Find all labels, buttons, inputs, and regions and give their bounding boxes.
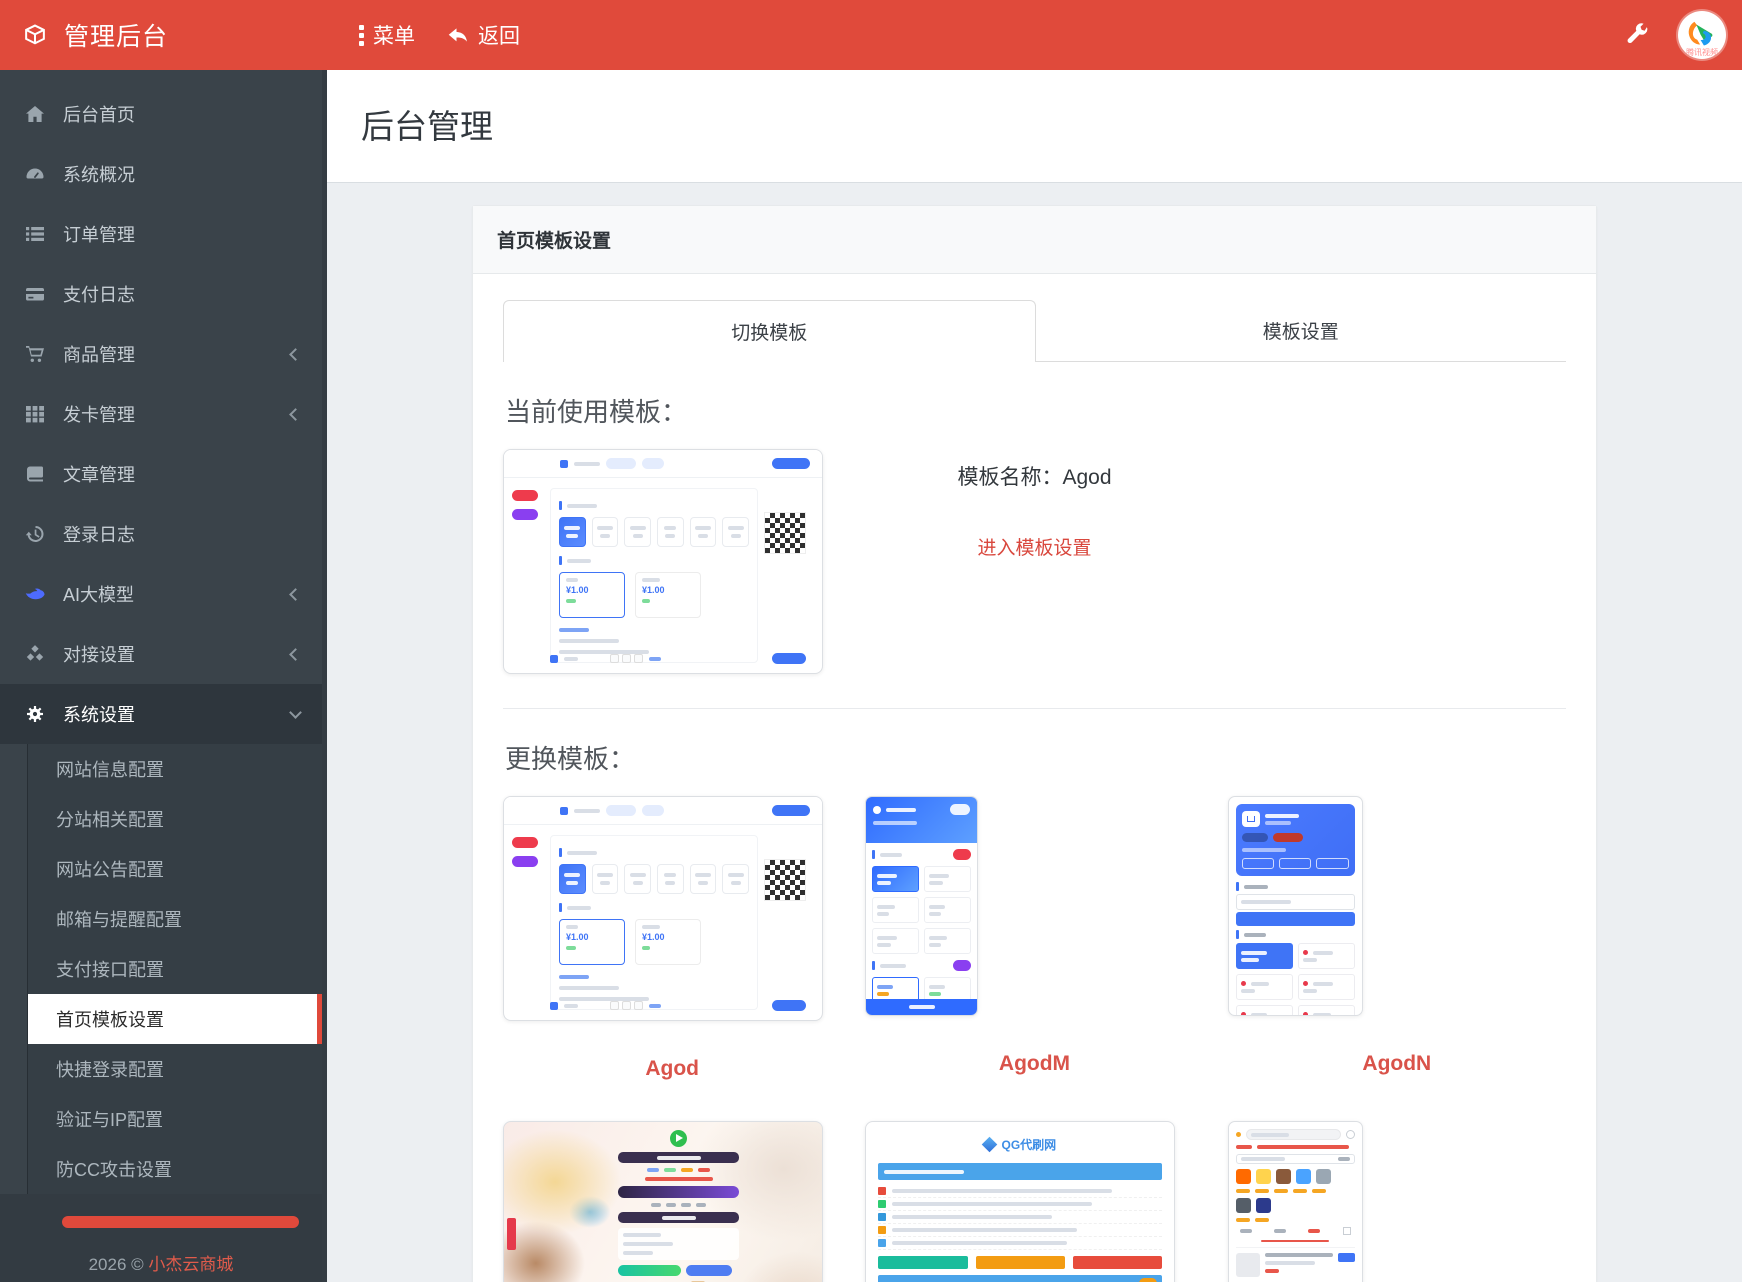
page-header: 后台管理 xyxy=(327,70,1742,183)
cart-icon xyxy=(1242,811,1260,827)
template-cell-agod: ¥1.00 ¥1.00 Agod xyxy=(503,796,841,1121)
diamond-logo-icon xyxy=(982,1137,998,1153)
sidebar-item-articles[interactable]: 文章管理 xyxy=(0,444,322,504)
card-title: 首页模板设置 xyxy=(473,206,1596,274)
search-icon xyxy=(1346,1130,1355,1139)
grid-icon xyxy=(24,404,46,424)
sidebar-item-orders[interactable]: 订单管理 xyxy=(0,204,322,264)
menu-toggle-button[interactable]: 菜单 xyxy=(359,20,415,50)
submenu-anti-cc[interactable]: 防CC攻击设置 xyxy=(28,1144,322,1194)
chevron-left-icon xyxy=(289,348,302,361)
ellipsis-v-icon xyxy=(359,25,364,46)
qr-code xyxy=(764,859,806,901)
sidebar-item-integrations[interactable]: 对接设置 xyxy=(0,624,322,684)
template-thumbnail-agod[interactable]: ¥1.00 ¥1.00 xyxy=(503,796,823,1021)
home-icon xyxy=(24,104,46,124)
sidebar-item-system-settings[interactable]: 系统设置 xyxy=(0,684,322,744)
sidebar-item-products[interactable]: 商品管理 xyxy=(0,324,322,384)
gear-icon xyxy=(24,704,46,724)
sidebar-item-login-log[interactable]: 登录日志 xyxy=(0,504,322,564)
copyright: 2026 © 小杰云商城 xyxy=(0,1250,322,1275)
side-tag xyxy=(507,1218,516,1250)
sidebar-item-ai-models[interactable]: AI大模型 xyxy=(0,564,322,624)
template-cell-qg: QG代刷网 xyxy=(865,1121,1203,1282)
template-name-agodn[interactable]: AgodN xyxy=(1228,1052,1566,1076)
system-settings-submenu: 网站信息配置 分站相关配置 网站公告配置 邮箱与提醒配置 支付接口配置 首页模板… xyxy=(0,744,322,1194)
cubes-icon xyxy=(24,644,46,664)
book-icon xyxy=(24,464,46,484)
sidebar: 后台首页 系统概况 订单管理 支付日志 商品管理 发卡管理 xyxy=(0,70,327,1282)
submenu-site-info[interactable]: 网站信息配置 xyxy=(28,744,322,794)
submenu-payment-api[interactable]: 支付接口配置 xyxy=(28,944,322,994)
template-tabs: 切换模板 模板设置 xyxy=(503,300,1566,362)
enter-template-settings-link[interactable]: 进入模板设置 xyxy=(977,533,1091,560)
template-name-agodm[interactable]: AgodM xyxy=(865,1052,1203,1076)
chevron-left-icon xyxy=(289,408,302,421)
template-settings-card: 首页模板设置 切换模板 模板设置 当前使用模板： xyxy=(472,205,1597,1282)
divider xyxy=(503,708,1566,709)
page-title: 后台管理 xyxy=(361,100,1742,148)
submenu-quick-login[interactable]: 快捷登录配置 xyxy=(28,1044,322,1094)
qr-code xyxy=(764,512,806,554)
template-cell-agodm: AgodM xyxy=(865,796,1203,1121)
avatar-caption: 腾讯视频 xyxy=(1678,47,1726,58)
submenu-email-notify[interactable]: 邮箱与提醒配置 xyxy=(28,894,322,944)
template-thumbnail-agodm[interactable] xyxy=(865,796,978,1016)
back-button[interactable]: 返回 xyxy=(447,20,520,50)
template-thumbnail-agodn[interactable] xyxy=(1228,796,1363,1016)
qg-logo-text: QG代刷网 xyxy=(1001,1136,1056,1153)
chevron-down-icon xyxy=(289,706,302,719)
template-cell-mobile-shop xyxy=(1228,1121,1566,1282)
cart-icon xyxy=(24,344,46,364)
current-template-label: 当前使用模板： xyxy=(505,392,1566,429)
change-template-label: 更换模板： xyxy=(505,739,1566,776)
whale-icon xyxy=(24,584,46,604)
current-template-thumbnail[interactable]: ¥1.00 ¥1.00 xyxy=(503,449,823,674)
sidebar-nav: 后台首页 系统概况 订单管理 支付日志 商品管理 发卡管理 xyxy=(0,70,322,744)
template-name: 模板名称：Agod xyxy=(957,461,1111,491)
sidebar-item-overview[interactable]: 系统概况 xyxy=(0,144,322,204)
template-cell-anime xyxy=(503,1121,841,1282)
template-thumbnail-anime[interactable] xyxy=(503,1121,823,1282)
sidebar-item-payment-log[interactable]: 支付日志 xyxy=(0,264,322,324)
chevron-left-icon xyxy=(289,588,302,601)
chevron-left-icon xyxy=(289,648,302,661)
submenu-substation[interactable]: 分站相关配置 xyxy=(28,794,322,844)
template-name-agod[interactable]: Agod xyxy=(503,1057,841,1081)
app-title: 管理后台 xyxy=(64,17,168,53)
cube-icon xyxy=(22,23,48,47)
submenu-announcement[interactable]: 网站公告配置 xyxy=(28,844,322,894)
history-icon xyxy=(24,524,46,544)
sidebar-item-card-issuing[interactable]: 发卡管理 xyxy=(0,384,322,444)
content: 首页模板设置 切换模板 模板设置 当前使用模板： xyxy=(327,183,1742,1282)
template-cell-agodn: AgodN xyxy=(1228,796,1566,1121)
gauge-icon xyxy=(24,164,46,184)
credit-card-icon xyxy=(24,284,46,304)
play-logo-icon xyxy=(670,1130,687,1147)
app-brand[interactable]: 管理后台 xyxy=(0,17,327,53)
sidebar-accent-bar xyxy=(62,1216,299,1228)
wrench-icon[interactable] xyxy=(1626,23,1650,47)
sidebar-item-home[interactable]: 后台首页 xyxy=(0,84,322,144)
back-arrow-icon xyxy=(447,26,469,45)
avatar[interactable]: 腾讯视频 xyxy=(1678,11,1726,59)
brand-link[interactable]: 小杰云商城 xyxy=(148,1255,233,1274)
tab-switch-template[interactable]: 切换模板 xyxy=(503,300,1036,362)
tab-template-settings[interactable]: 模板设置 xyxy=(1036,300,1567,362)
menu-label: 菜单 xyxy=(373,20,415,50)
submenu-verify-ip[interactable]: 验证与IP配置 xyxy=(28,1094,322,1144)
sidebar-footer: 2026 © 小杰云商城 xyxy=(0,1194,322,1282)
template-thumbnail-qg[interactable]: QG代刷网 xyxy=(865,1121,1175,1282)
top-header: 管理后台 菜单 返回 腾讯视频 xyxy=(0,0,1742,70)
buy-button xyxy=(1338,1253,1354,1262)
list-icon xyxy=(24,224,46,244)
back-label: 返回 xyxy=(478,20,520,50)
template-thumbnail-mobile-shop[interactable] xyxy=(1228,1121,1363,1282)
submenu-home-template[interactable]: 首页模板设置 xyxy=(28,994,322,1044)
main-area: 后台管理 首页模板设置 切换模板 模板设置 当前使用模板： xyxy=(327,70,1742,1282)
